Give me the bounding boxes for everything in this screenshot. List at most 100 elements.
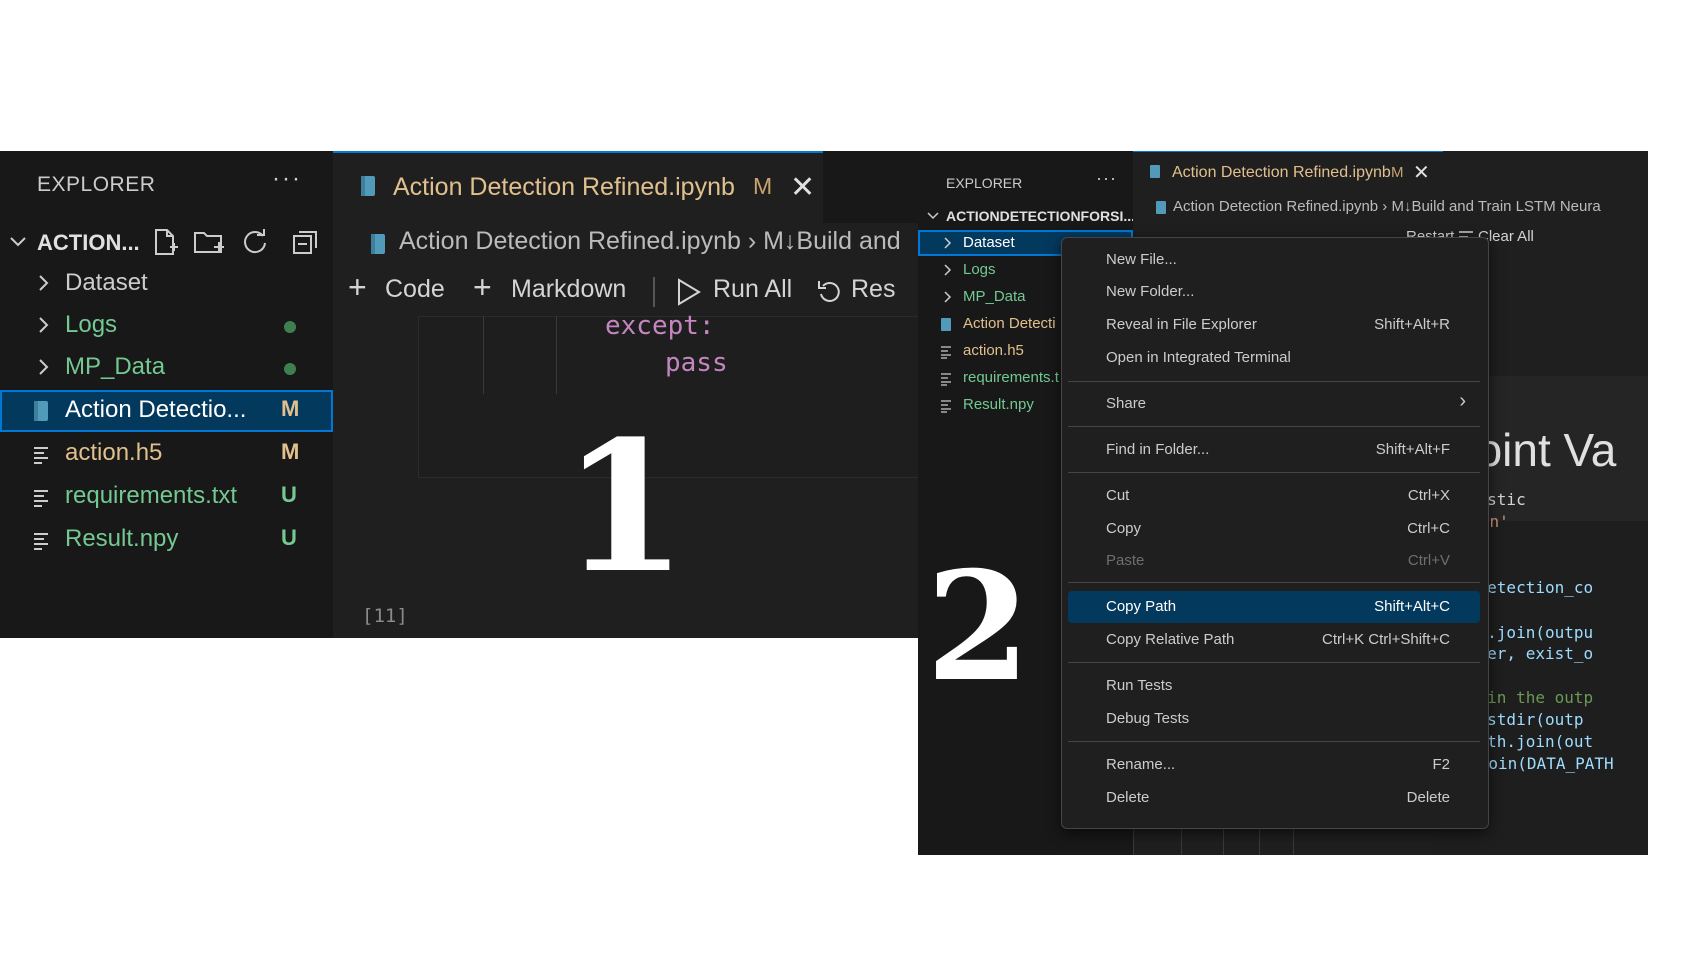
- chevron-right-icon: [36, 357, 52, 377]
- workspace-folder-header[interactable]: ACTION...: [0, 223, 333, 263]
- file-lines-icon: [32, 529, 50, 551]
- menu-item-delete[interactable]: Delete Delete: [1068, 782, 1480, 814]
- menu-item-shortcut: Ctrl+K Ctrl+Shift+C: [1322, 631, 1450, 648]
- tab-notebook[interactable]: Action Detection Refined.ipynb M ✕: [333, 151, 823, 223]
- menu-item-label: New Folder...: [1106, 283, 1195, 300]
- menu-item-find-in-folder[interactable]: Find in Folder... Shift+Alt+F: [1068, 434, 1480, 466]
- menu-item-label: Share: [1106, 395, 1147, 412]
- menu-separator: [1068, 582, 1480, 583]
- more-actions-icon[interactable]: ···: [272, 165, 302, 193]
- menu-separator: [1068, 381, 1480, 382]
- menu-item-shortcut: Shift+Alt+R: [1374, 316, 1450, 333]
- menu-item-label: Delete: [1106, 789, 1150, 806]
- notebook-icon: [359, 175, 377, 197]
- git-modified-badge: M: [281, 439, 300, 464]
- menu-item-shortcut: Ctrl+X: [1407, 487, 1450, 504]
- tree-item-label: Action Detectio...: [65, 396, 247, 423]
- file-lines-icon: [940, 398, 952, 413]
- menu-item-run-tests[interactable]: Run Tests: [1068, 670, 1480, 702]
- notebook-toolbar: + Code + Markdown Run All Res: [333, 269, 918, 315]
- plus-icon: +: [348, 269, 367, 305]
- menu-item-new-file[interactable]: New File...: [1068, 244, 1480, 276]
- menu-item-copy-relative-path[interactable]: Copy Relative Path Ctrl+K Ctrl+Shift+C: [1068, 624, 1480, 656]
- tree-item-label: action.h5: [65, 439, 163, 466]
- new-file-icon[interactable]: [150, 227, 180, 257]
- tree-item-logs[interactable]: Logs: [0, 305, 333, 347]
- refresh-icon[interactable]: [240, 227, 270, 257]
- collapse-all-icon[interactable]: [290, 227, 320, 257]
- run-all-icon: [676, 278, 702, 306]
- menu-item-open-in-terminal[interactable]: Open in Integrated Terminal: [1068, 342, 1480, 374]
- menu-item-copy[interactable]: Copy Ctrl+C: [1068, 513, 1480, 545]
- chevron-right-icon: [943, 263, 953, 277]
- menu-item-label: Debug Tests: [1106, 710, 1190, 727]
- toolbar-divider: [653, 277, 655, 307]
- tree-item-requirements[interactable]: requirements.txt U: [0, 476, 333, 518]
- menu-item-shortcut: Shift+Alt+F: [1375, 441, 1450, 458]
- restart-button[interactable]: Res: [851, 275, 895, 304]
- tab-title: Action Detection Refined.ipynb: [1172, 164, 1391, 181]
- tab-modified-badge: M: [1391, 164, 1404, 181]
- close-icon[interactable]: ✕: [1413, 160, 1430, 185]
- notebook-icon: [1155, 200, 1167, 215]
- file-lines-icon: [32, 443, 50, 465]
- tree-item-label: Dataset: [65, 269, 148, 296]
- menu-item-debug-tests[interactable]: Debug Tests: [1068, 703, 1480, 735]
- tree-item-dataset[interactable]: Dataset: [0, 263, 333, 305]
- menu-item-paste: Paste Ctrl+V: [1068, 545, 1480, 577]
- chevron-right-icon: [943, 236, 953, 250]
- menu-item-label: Rename...: [1106, 756, 1176, 773]
- tree-item-mp-data[interactable]: MP_Data: [0, 347, 333, 389]
- notebook-icon: [1149, 164, 1161, 179]
- tree-item-action-h5[interactable]: action.h5 M: [0, 433, 333, 475]
- workspace-folder-title[interactable]: ACTIONDETECTIONFORSI...: [946, 208, 1135, 224]
- menu-item-shortcut: Ctrl+C: [1407, 520, 1450, 537]
- menu-item-label: Open in Integrated Terminal: [1106, 349, 1291, 366]
- close-icon[interactable]: ✕: [790, 170, 815, 205]
- menu-item-label: Find in Folder...: [1106, 441, 1210, 458]
- menu-item-label: Copy Relative Path: [1106, 631, 1235, 648]
- menu-separator: [1068, 426, 1480, 427]
- menu-item-label: New File...: [1106, 251, 1177, 268]
- menu-item-label: Copy: [1106, 520, 1142, 537]
- indent-guide: [483, 316, 484, 394]
- notebook-icon: [940, 317, 952, 332]
- explorer-title: EXPLORER: [37, 173, 156, 196]
- code-keyword: pass: [665, 348, 728, 378]
- file-lines-icon: [940, 344, 952, 359]
- menu-item-new-folder[interactable]: New Folder...: [1068, 276, 1480, 308]
- workspace-folder-title: ACTION...: [37, 230, 140, 255]
- menu-separator: [1068, 741, 1480, 742]
- notebook-icon: [369, 233, 387, 255]
- tree-item-result-npy[interactable]: Result.npy U: [0, 519, 333, 561]
- tree-item-label: requirements.txt: [65, 482, 238, 509]
- tree-item-label: Logs: [963, 261, 996, 278]
- run-all-button[interactable]: Run All: [713, 275, 792, 304]
- chevron-down-icon: [926, 208, 940, 222]
- menu-item-share[interactable]: Share ›: [1068, 388, 1480, 420]
- breadcrumb[interactable]: Action Detection Refined.ipynb › M↓Build…: [1173, 198, 1601, 215]
- add-markdown-cell-button[interactable]: Markdown: [511, 275, 626, 304]
- explorer-title: EXPLORER: [946, 175, 1023, 191]
- new-folder-icon[interactable]: [193, 227, 224, 257]
- git-untracked-badge: U: [281, 482, 297, 507]
- menu-item-rename[interactable]: Rename... F2: [1068, 749, 1480, 781]
- breadcrumb[interactable]: Action Detection Refined.ipynb › M↓Build…: [399, 227, 901, 256]
- menu-item-reveal-in-file-explorer[interactable]: Reveal in File Explorer Shift+Alt+R: [1068, 309, 1480, 341]
- step-number-label: 1: [562, 402, 688, 613]
- tab-notebook[interactable]: Action Detection Refined.ipynb M ✕: [1133, 151, 1443, 192]
- tree-item-notebook-selected[interactable]: Action Detectio... M: [0, 390, 333, 432]
- add-code-cell-button[interactable]: Code: [385, 275, 445, 304]
- menu-item-copy-path[interactable]: Copy Path Shift+Alt+C: [1068, 591, 1480, 623]
- menu-item-cut[interactable]: Cut Ctrl+X: [1068, 480, 1480, 512]
- tree-item-label: Result.npy: [963, 396, 1034, 413]
- screenshot-panel-1: EXPLORER ··· ACTION... Dataset Logs MP_D…: [0, 151, 918, 638]
- more-actions-icon[interactable]: ···: [1096, 168, 1117, 189]
- file-lines-icon: [940, 371, 952, 386]
- restart-icon: [816, 278, 842, 306]
- tree-item-label: Dataset: [963, 234, 1015, 251]
- explorer-sidebar: EXPLORER ··· ACTION... Dataset Logs MP_D…: [0, 151, 333, 638]
- git-status-dot: [284, 321, 296, 333]
- git-status-dot: [284, 363, 296, 375]
- chevron-down-icon: [8, 231, 28, 251]
